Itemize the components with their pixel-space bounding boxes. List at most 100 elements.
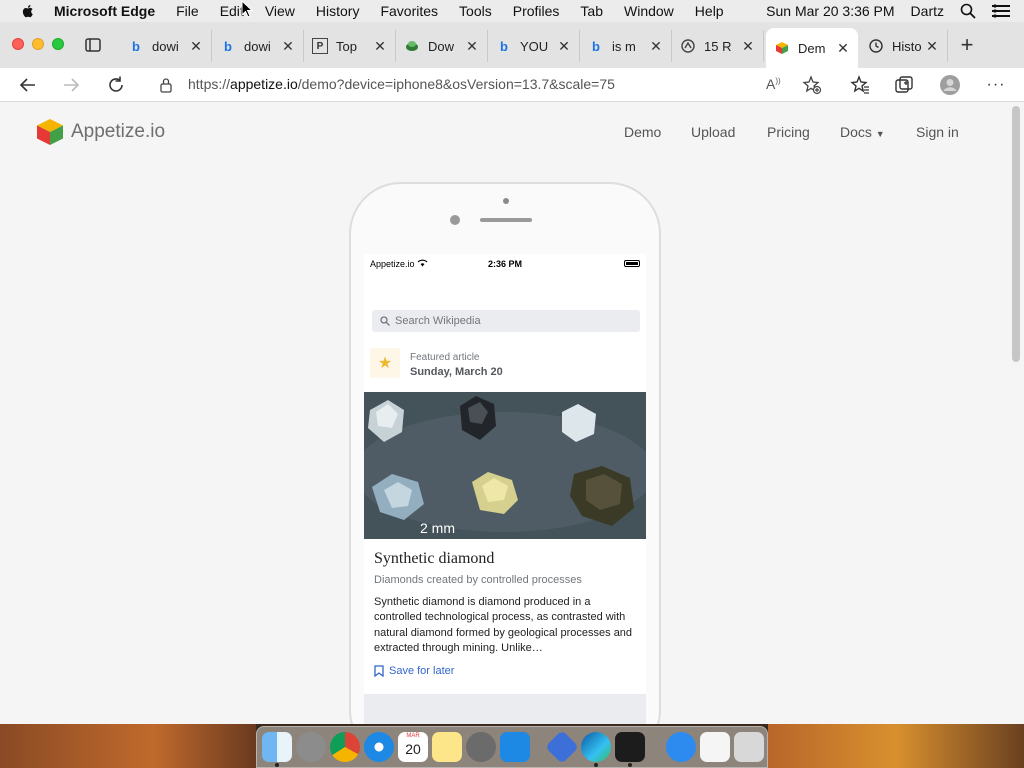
- system-preferences-icon[interactable]: [466, 732, 496, 762]
- calendar-icon[interactable]: MAR 20: [398, 732, 428, 762]
- menu-favorites[interactable]: Favorites: [380, 3, 438, 19]
- article-title[interactable]: Synthetic diamond: [374, 550, 494, 568]
- apple-menu-icon[interactable]: [20, 3, 36, 19]
- minimize-window-button[interactable]: [32, 38, 44, 50]
- tab-3[interactable]: P Top ✕: [304, 30, 396, 62]
- back-arrow-icon[interactable]: [17, 74, 39, 96]
- featured-article-header: ★ Featured article Sunday, March 20: [370, 344, 640, 384]
- web-page: Appetize.io Demo Upload Pricing Docs ▼ S…: [0, 102, 1024, 724]
- spotlight-search-icon[interactable]: [960, 3, 976, 19]
- tab-1[interactable]: b dowi ✕: [120, 30, 212, 62]
- menu-view[interactable]: View: [265, 3, 295, 19]
- site-icon: [680, 38, 696, 54]
- nav-demo[interactable]: Demo: [624, 124, 661, 140]
- terminal-running-indicator: [628, 763, 632, 767]
- menu-help[interactable]: Help: [695, 3, 724, 19]
- finder-running-indicator: [275, 763, 279, 767]
- article-subtitle: Diamonds created by controlled processes: [374, 574, 582, 586]
- calendar-month: MAR: [406, 733, 420, 739]
- read-aloud-icon[interactable]: A)): [766, 76, 781, 92]
- browser-toolbar: https://appetize.io/demo?device=iphone8&…: [0, 68, 1024, 102]
- menu-history[interactable]: History: [316, 3, 360, 19]
- green-app-icon: [404, 38, 420, 54]
- menu-file[interactable]: File: [176, 3, 199, 19]
- macos-dock: MAR 20: [256, 726, 768, 768]
- tab-2[interactable]: b dowi ✕: [212, 30, 304, 62]
- menu-profiles[interactable]: Profiles: [513, 3, 560, 19]
- close-tab-icon[interactable]: ✕: [649, 38, 663, 55]
- new-tab-plus-icon[interactable]: +: [955, 34, 979, 56]
- textedit-icon[interactable]: [700, 732, 730, 762]
- phone-screen[interactable]: Appetize.io 2:36 PM Search Wikipedia ★ F…: [364, 254, 646, 724]
- close-tab-icon[interactable]: ✕: [373, 38, 387, 55]
- nav-docs-label: Docs: [840, 124, 872, 140]
- lock-icon[interactable]: [159, 77, 173, 93]
- appetize-cube-icon: [774, 40, 790, 56]
- tab-5[interactable]: b YOU ✕: [488, 30, 580, 62]
- app-store-icon[interactable]: [500, 732, 530, 762]
- tab-strip: b dowi ✕ b dowi ✕ P Top ✕ Dow ✕ b YOU ✕ …: [0, 22, 1024, 68]
- close-window-button[interactable]: [12, 38, 24, 50]
- url-text[interactable]: https://appetize.io/demo?device=iphone8&…: [188, 76, 615, 92]
- close-tab-icon[interactable]: ✕: [836, 40, 850, 57]
- tab-title: 15 R: [704, 38, 732, 54]
- favorites-icon[interactable]: [849, 74, 871, 96]
- ios-status-bar: Appetize.io 2:36 PM: [364, 254, 646, 274]
- finder-icon[interactable]: [262, 732, 292, 762]
- calendar-day: 20: [405, 741, 421, 757]
- forward-arrow-icon[interactable]: [60, 74, 82, 96]
- close-tab-icon[interactable]: ✕: [281, 38, 295, 55]
- launchpad-icon[interactable]: [296, 732, 326, 762]
- bookmark-icon: [374, 665, 384, 677]
- terminal-icon[interactable]: [615, 732, 645, 762]
- app-store-alt-icon[interactable]: [666, 732, 696, 762]
- notes-icon[interactable]: [432, 732, 462, 762]
- nav-upload[interactable]: Upload: [691, 124, 735, 140]
- edge-running-indicator: [594, 763, 598, 767]
- profile-avatar-icon[interactable]: [939, 74, 961, 96]
- blue-diamond-app-icon[interactable]: [545, 730, 579, 764]
- menu-tools[interactable]: Tools: [459, 3, 492, 19]
- nav-sign-in[interactable]: Sign in: [916, 124, 959, 140]
- appetize-logo[interactable]: Appetize.io: [35, 117, 165, 147]
- more-options-icon[interactable]: ···: [985, 74, 1007, 96]
- menu-tab[interactable]: Tab: [580, 3, 603, 19]
- close-tab-icon[interactable]: ✕: [557, 38, 571, 55]
- nav-docs-dropdown[interactable]: Docs ▼: [840, 124, 885, 140]
- address-bar[interactable]: https://appetize.io/demo?device=iphone8&…: [144, 70, 834, 100]
- nav-pricing[interactable]: Pricing: [767, 124, 810, 140]
- save-for-later-button[interactable]: Save for later: [374, 665, 454, 677]
- close-tab-icon[interactable]: ✕: [189, 38, 203, 55]
- mouse-pointer-icon: [241, 0, 253, 18]
- menu-window[interactable]: Window: [624, 3, 674, 19]
- url-prefix: https://: [188, 76, 231, 92]
- menubar-clock[interactable]: Sun Mar 20 3:36 PM: [766, 3, 894, 19]
- edge-icon[interactable]: [581, 732, 611, 762]
- collections-icon[interactable]: [893, 74, 915, 96]
- tab-4[interactable]: Dow ✕: [396, 30, 488, 62]
- safari-icon[interactable]: [364, 732, 394, 762]
- chrome-icon[interactable]: [330, 732, 360, 762]
- page-scrollbar[interactable]: [1012, 106, 1020, 362]
- control-center-icon[interactable]: [992, 4, 1010, 18]
- zoom-window-button[interactable]: [52, 38, 64, 50]
- tab-active-demo[interactable]: Dem ✕: [766, 28, 858, 68]
- article-image-diamonds[interactable]: 2 mm: [364, 392, 646, 539]
- menubar-user[interactable]: Dartz: [911, 3, 944, 19]
- refresh-icon[interactable]: [105, 74, 127, 96]
- menu-app-name[interactable]: Microsoft Edge: [54, 3, 155, 19]
- desktop-wallpaper-right: [768, 724, 1024, 768]
- wikipedia-search-input[interactable]: Search Wikipedia: [372, 310, 640, 332]
- tab-7[interactable]: 15 R ✕: [672, 30, 764, 62]
- add-favorite-icon[interactable]: [802, 75, 822, 95]
- tab-6[interactable]: b is m ✕: [580, 30, 672, 62]
- close-tab-icon[interactable]: ✕: [925, 38, 939, 55]
- trash-icon[interactable]: [734, 732, 764, 762]
- article-extract[interactable]: Synthetic diamond is diamond produced in…: [374, 595, 636, 657]
- page-p-icon: P: [312, 38, 328, 54]
- tab-9[interactable]: Histo ✕: [860, 30, 948, 62]
- tab-actions-icon[interactable]: [84, 36, 102, 54]
- tab-title: Histo: [892, 38, 922, 54]
- close-tab-icon[interactable]: ✕: [741, 38, 755, 55]
- close-tab-icon[interactable]: ✕: [465, 38, 479, 55]
